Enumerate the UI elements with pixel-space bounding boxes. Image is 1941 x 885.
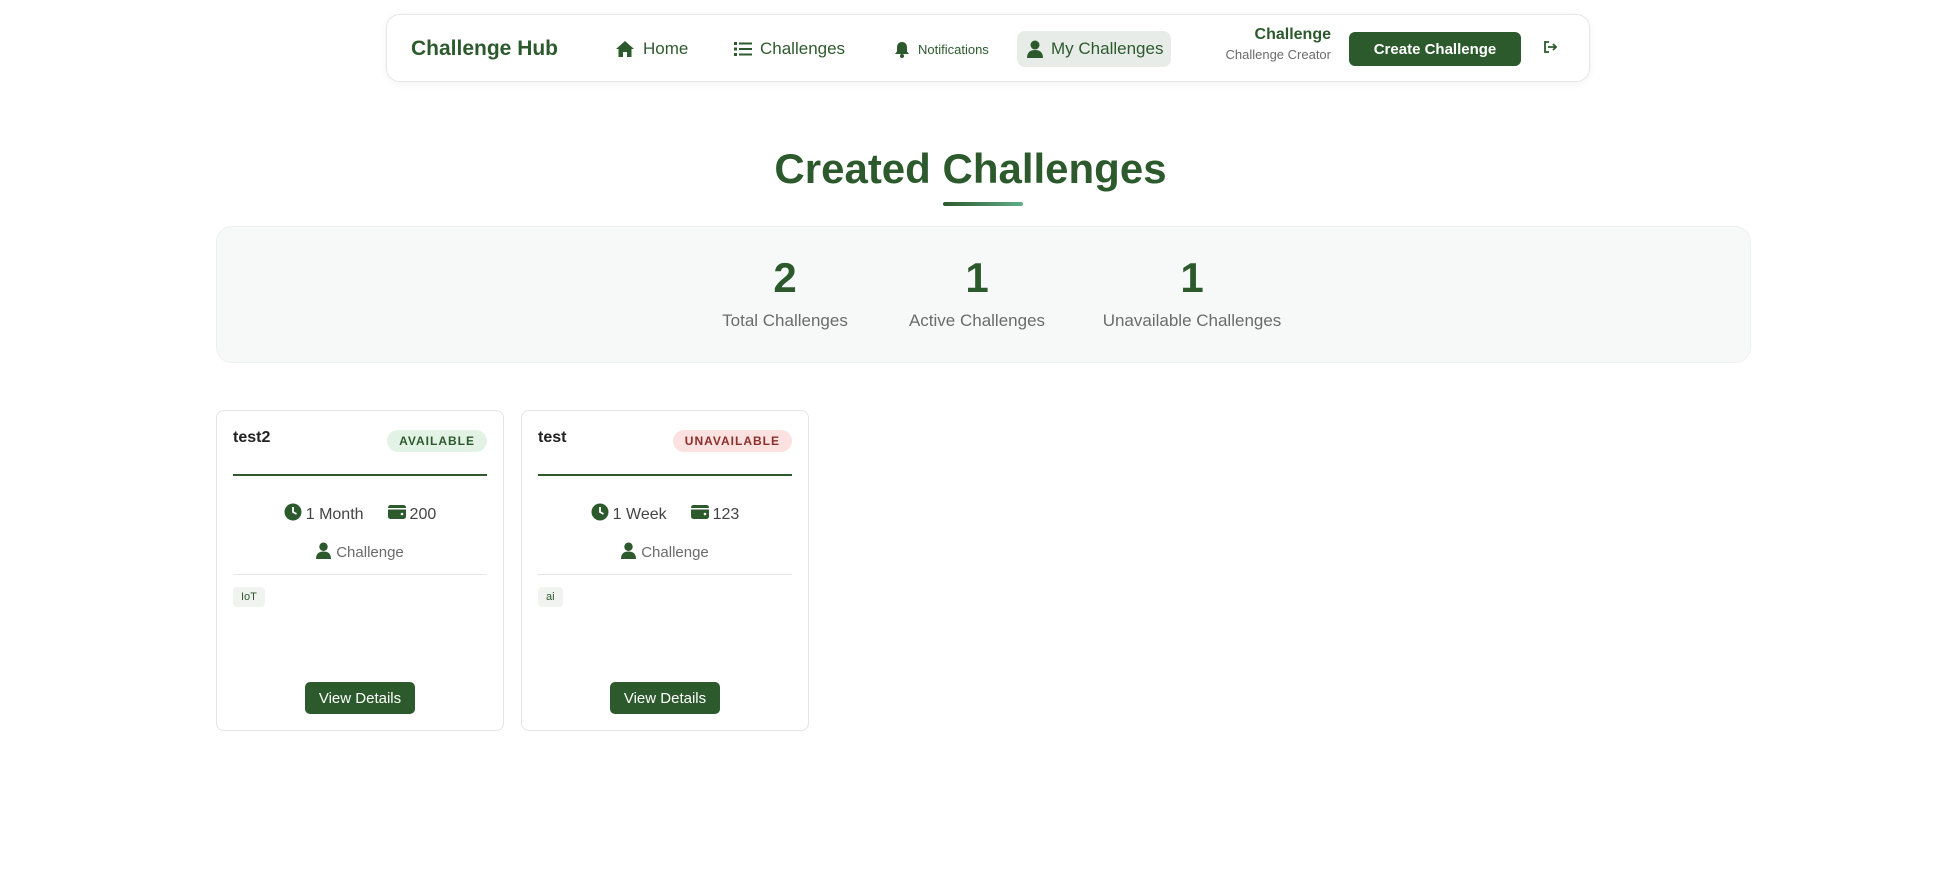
nav-home-label: Home xyxy=(643,39,689,58)
clock-icon xyxy=(591,503,609,526)
page-title: Created Challenges xyxy=(774,145,1167,192)
stats-panel: 2 Total Challenges 1 Active Challenges 1… xyxy=(216,226,1751,363)
creator: Challenge xyxy=(217,542,503,563)
status-badge: UNAVAILABLE xyxy=(672,430,792,452)
stat-unavailable-label: Unavailable Challenges xyxy=(1102,311,1282,330)
stat-total: 2 Total Challenges xyxy=(720,257,850,331)
stat-active-value: 1 xyxy=(965,254,989,301)
duration-value: 1 Month xyxy=(305,505,364,523)
stat-unavailable: 1 Unavailable Challenges xyxy=(1092,257,1292,331)
list-icon xyxy=(734,41,752,57)
tag: ai xyxy=(538,587,563,607)
reward: 200 xyxy=(387,503,437,526)
wallet-icon xyxy=(690,504,709,525)
card-divider xyxy=(538,574,792,575)
user-icon xyxy=(621,542,637,563)
logout-icon xyxy=(1544,40,1558,58)
card-header-rule xyxy=(538,474,792,476)
title-underline xyxy=(943,202,1023,206)
stat-total-label: Total Challenges xyxy=(722,311,848,330)
duration-value: 1 Week xyxy=(612,505,667,523)
tag: IoT xyxy=(233,587,265,607)
user-info: Challenge Challenge Creator xyxy=(1225,25,1331,63)
challenge-card[interactable]: test UNAVAILABLE 1 Week 123 Challenge ai… xyxy=(521,410,809,731)
nav-challenges[interactable]: Challenges xyxy=(724,31,855,67)
reward-value: 123 xyxy=(712,505,740,523)
user-icon xyxy=(316,542,332,563)
card-meta: 1 Month 200 xyxy=(217,503,503,526)
duration: 1 Week xyxy=(591,503,667,526)
challenge-card[interactable]: test2 AVAILABLE 1 Month 200 Challenge Io… xyxy=(216,410,504,731)
reward: 123 xyxy=(690,503,740,526)
user-icon xyxy=(1027,40,1043,58)
status-badge: AVAILABLE xyxy=(387,430,487,452)
view-details-button[interactable]: View Details xyxy=(610,682,720,714)
clock-icon xyxy=(284,503,302,526)
card-title: test xyxy=(538,429,567,446)
stat-active: 1 Active Challenges xyxy=(902,257,1052,331)
creator: Challenge xyxy=(522,542,808,563)
card-title: test2 xyxy=(233,429,271,446)
wallet-icon xyxy=(387,504,406,525)
stat-total-value: 2 xyxy=(773,254,797,301)
creator-name: Challenge xyxy=(336,544,404,561)
navbar: Challenge Hub Home Challenges Notificati… xyxy=(386,14,1590,82)
home-icon xyxy=(615,40,635,58)
nav-notifications-label: Notifications xyxy=(918,41,989,57)
user-name: Challenge xyxy=(1254,26,1331,43)
bell-icon xyxy=(894,41,910,58)
card-meta: 1 Week 123 xyxy=(522,503,808,526)
nav-my-challenges[interactable]: My Challenges xyxy=(1017,31,1171,67)
nav-my-challenges-label: My Challenges xyxy=(1051,39,1164,58)
duration: 1 Month xyxy=(284,503,364,526)
create-challenge-button[interactable]: Create Challenge xyxy=(1349,32,1521,66)
creator-name: Challenge xyxy=(641,544,709,561)
card-header-rule xyxy=(233,474,487,476)
nav-notifications[interactable]: Notifications xyxy=(884,31,999,67)
reward-value: 200 xyxy=(409,505,437,523)
nav-challenges-label: Challenges xyxy=(760,39,846,58)
view-details-button[interactable]: View Details xyxy=(305,682,415,714)
logout-button[interactable] xyxy=(1539,37,1563,61)
card-divider xyxy=(233,574,487,575)
nav-home[interactable]: Home xyxy=(605,31,698,67)
user-role: Challenge Creator xyxy=(1225,47,1331,63)
brand-logo[interactable]: Challenge Hub xyxy=(411,15,558,83)
stat-active-label: Active Challenges xyxy=(908,311,1046,330)
stat-unavailable-value: 1 xyxy=(1180,254,1204,301)
